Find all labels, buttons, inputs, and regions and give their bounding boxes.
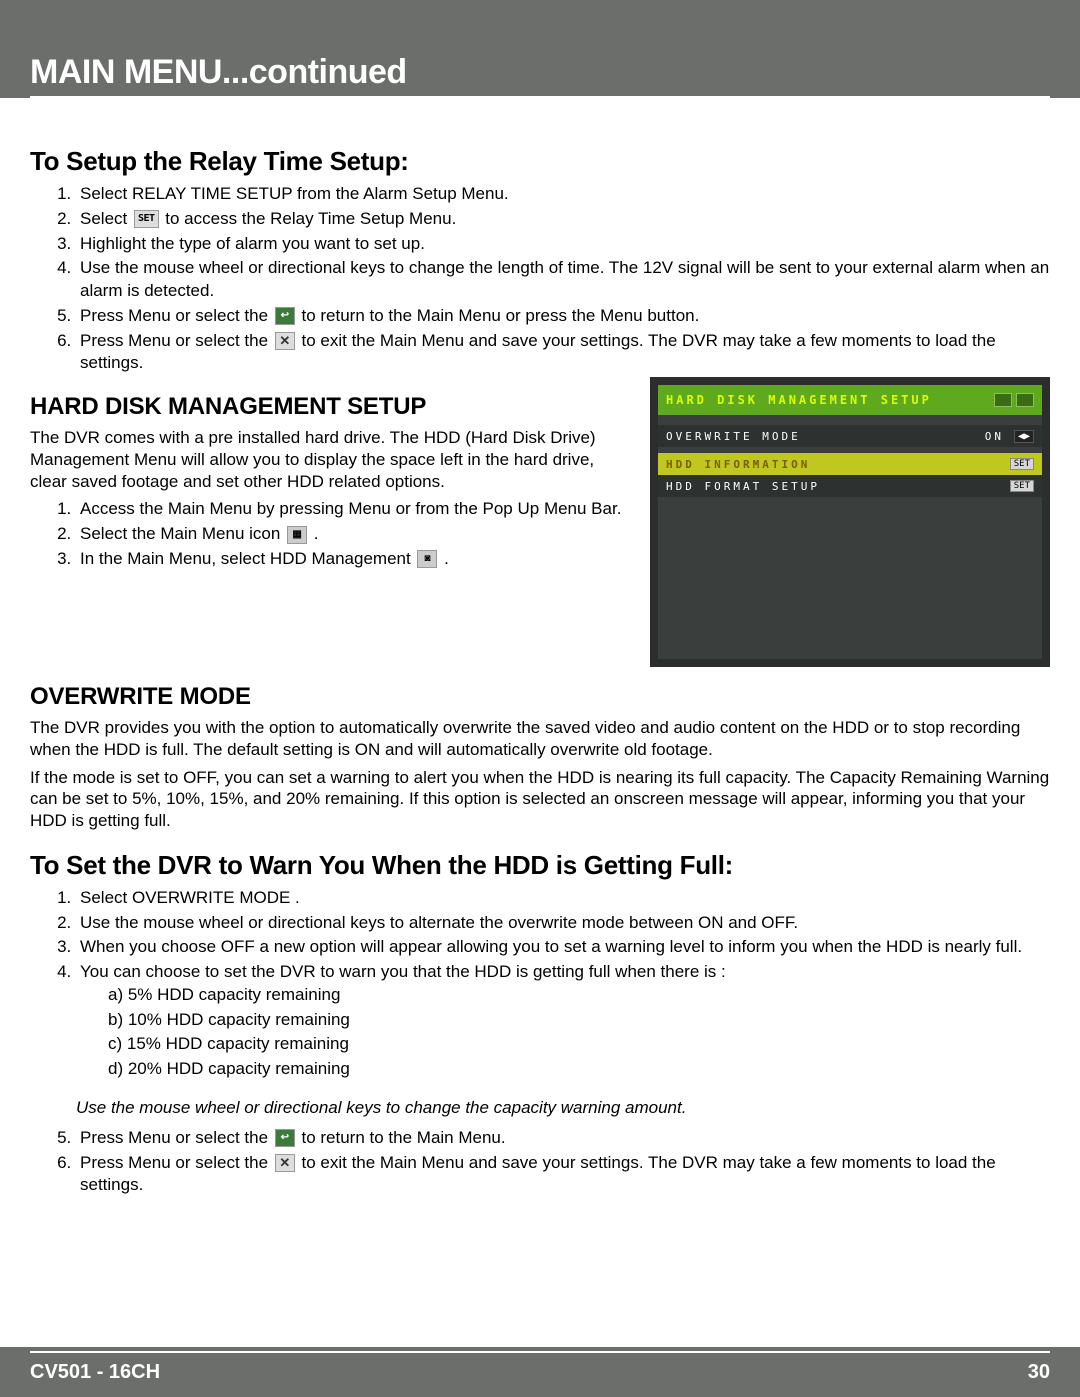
text: Select <box>80 209 132 228</box>
back-icon: ↩ <box>275 307 295 325</box>
list-item: Use the mouse wheel or directional keys … <box>76 912 1050 935</box>
list-item: Use the mouse wheel or directional keys … <box>76 257 1050 303</box>
list-item: Access the Main Menu by pressing Menu or… <box>76 498 630 521</box>
list-item: Press Menu or select the ✕ to exit the M… <box>76 1152 1050 1198</box>
text: In the Main Menu, select HDD Management <box>80 549 415 568</box>
dvr-label: HDD INFORMATION <box>666 458 810 471</box>
list-item: When you choose OFF a new option will ap… <box>76 936 1050 959</box>
text: . <box>309 524 318 543</box>
list-item: Select OVERWRITE MODE . <box>76 887 1050 910</box>
dvr-set-button: SET <box>1010 480 1034 492</box>
section-warn-heading: To Set the DVR to Warn You When the HDD … <box>30 850 1050 881</box>
hdd-section-row: HARD DISK MANAGEMENT SETUP The DVR comes… <box>30 377 1050 667</box>
dvr-back-icon <box>994 393 1012 407</box>
dvr-row-overwrite: OVERWRITE MODE ON ◀▶ <box>658 425 1042 447</box>
footer-underline <box>30 1351 1050 1353</box>
list-item: Press Menu or select the ↩ to return to … <box>76 1127 1050 1150</box>
dvr-row-hdd-info: HDD INFORMATION SET <box>658 453 1042 475</box>
list-item: Select RELAY TIME SETUP from the Alarm S… <box>76 183 1050 206</box>
back-icon: ↩ <box>275 1129 295 1147</box>
text: Select the Main Menu icon <box>80 524 285 543</box>
list-item: You can choose to set the DVR to warn yo… <box>76 961 1050 1081</box>
list-item: In the Main Menu, select HDD Management … <box>76 548 630 571</box>
text: Press Menu or select the <box>80 1128 273 1147</box>
text: You can choose to set the DVR to warn yo… <box>80 962 726 981</box>
dvr-row-hdd-format: HDD FORMAT SETUP SET <box>658 475 1042 497</box>
dvr-titlebar: HARD DISK MANAGEMENT SETUP <box>658 385 1042 415</box>
list-item: Press Menu or select the ↩ to return to … <box>76 305 1050 328</box>
header-underline <box>30 96 1050 98</box>
list-item: Select the Main Menu icon ▦ . <box>76 523 630 546</box>
text: to access the Relay Time Setup Menu. <box>161 209 457 228</box>
list-item: Press Menu or select the ✕ to exit the M… <box>76 330 1050 376</box>
hdd-intro: The DVR comes with a pre installed hard … <box>30 427 630 492</box>
dvr-screenshot: HARD DISK MANAGEMENT SETUP OVERWRITE MOD… <box>650 377 1050 667</box>
text: . <box>439 549 448 568</box>
dvr-title: HARD DISK MANAGEMENT SETUP <box>666 393 932 407</box>
list-item: Highlight the type of alarm you want to … <box>76 233 1050 256</box>
list-item: a) 5% HDD capacity remaining <box>104 984 1050 1007</box>
set-icon: SET <box>134 210 159 228</box>
section-hdd-heading: HARD DISK MANAGEMENT SETUP <box>30 393 630 421</box>
list-item: d) 20% HDD capacity remaining <box>104 1058 1050 1081</box>
dvr-title-icons <box>994 393 1034 407</box>
text: to return to the Main Menu. <box>297 1128 506 1147</box>
section-relay-heading: To Setup the Relay Time Setup: <box>30 146 1050 177</box>
dvr-close-icon <box>1016 393 1034 407</box>
section-overwrite-heading: OVERWRITE MODE <box>30 683 1050 711</box>
capacity-note: Use the mouse wheel or directional keys … <box>76 1097 1050 1119</box>
page-title: MAIN MENU...continued <box>30 53 407 92</box>
list-item: b) 10% HDD capacity remaining <box>104 1009 1050 1032</box>
capacity-sublist: a) 5% HDD capacity remaining b) 10% HDD … <box>80 984 1050 1081</box>
overwrite-p1: The DVR provides you with the option to … <box>30 717 1050 761</box>
hdd-steps-list: Access the Main Menu by pressing Menu or… <box>30 498 630 570</box>
main-menu-icon: ▦ <box>287 526 307 544</box>
page-footer: CV501 - 16CH 30 <box>0 1347 1080 1397</box>
text: Press Menu or select the <box>80 306 273 325</box>
overwrite-p2: If the mode is set to OFF, you can set a… <box>30 767 1050 832</box>
list-item: c) 15% HDD capacity remaining <box>104 1033 1050 1056</box>
page-number: 30 <box>1028 1361 1050 1384</box>
warn-steps-list: Select OVERWRITE MODE . Use the mouse wh… <box>30 887 1050 1081</box>
dvr-label: HDD FORMAT SETUP <box>666 480 820 493</box>
dvr-value: ON <box>985 430 1004 443</box>
text: Press Menu or select the <box>80 1153 273 1172</box>
list-item: Select SET to access the Relay Time Setu… <box>76 208 1050 231</box>
page-content: To Setup the Relay Time Setup: Select RE… <box>0 98 1080 1197</box>
page-header: MAIN MENU...continued <box>0 0 1080 98</box>
footer-model: CV501 - 16CH <box>30 1361 160 1384</box>
arrows-icon: ◀▶ <box>1014 430 1034 443</box>
close-icon: ✕ <box>275 1154 295 1172</box>
dvr-label: OVERWRITE MODE <box>666 430 801 443</box>
text: to return to the Main Menu or press the … <box>297 306 700 325</box>
relay-steps-list: Select RELAY TIME SETUP from the Alarm S… <box>30 183 1050 375</box>
dvr-set-button: SET <box>1010 458 1034 470</box>
hdd-management-icon: ◙ <box>417 550 437 568</box>
close-icon: ✕ <box>275 332 295 350</box>
warn-steps-list-cont: Press Menu or select the ↩ to return to … <box>30 1127 1050 1197</box>
text: Press Menu or select the <box>80 331 273 350</box>
